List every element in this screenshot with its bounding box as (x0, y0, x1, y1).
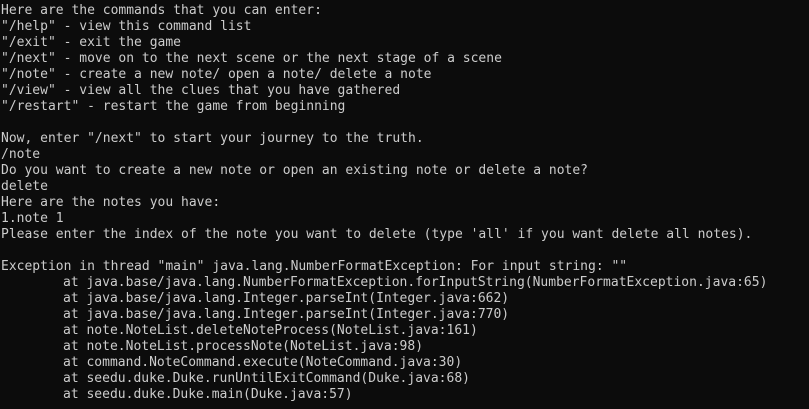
terminal-line-exit-command: "/exit" - exit the game (1, 35, 182, 50)
stack-trace-line: at command.NoteCommand.execute(NoteComma… (63, 355, 463, 370)
stack-trace-line: at note.NoteList.deleteNoteProcess(NoteL… (63, 323, 478, 338)
stack-trace-line: at java.base/java.lang.NumberFormatExcep… (63, 275, 768, 290)
terminal-line-note-item: 1.note 1 (1, 211, 64, 226)
stack-trace-line: at note.NoteList.processNote(NoteList.ja… (63, 339, 424, 354)
stack-trace-line: at java.base/java.lang.Integer.parseInt(… (63, 307, 510, 322)
stack-trace-line: at seedu.duke.Duke.runUntilExitCommand(D… (63, 371, 470, 386)
terminal-line-help-command: "/help" - view this command list (1, 19, 252, 34)
terminal-line-commands-header: Here are the commands that you can enter… (1, 3, 322, 18)
terminal-line-notes-header: Here are the notes you have: (1, 195, 221, 210)
terminal-line-restart-command: "/restart" - restart the game from begin… (1, 99, 346, 114)
terminal-line-note-command: "/note" - create a new note/ open a note… (1, 67, 432, 82)
terminal-line-delete-prompt: Please enter the index of the note you w… (1, 227, 753, 242)
terminal-line-exception: Exception in thread "main" java.lang.Num… (1, 259, 628, 274)
terminal-line-user-input-delete: delete (1, 179, 48, 194)
terminal-line-start-prompt: Now, enter "/next" to start your journey… (1, 131, 424, 146)
terminal-line-note-prompt: Do you want to create a new note or open… (1, 163, 588, 178)
terminal-line-view-command: "/view" - view all the clues that you ha… (1, 83, 401, 98)
terminal-window[interactable]: Here are the commands that you can enter… (0, 0, 809, 409)
terminal-line-user-input-note: /note (1, 147, 41, 162)
terminal-line-next-command: "/next" - move on to the next scene or t… (1, 51, 502, 66)
stack-trace-line: at seedu.duke.Duke.main(Duke.java:57) (63, 387, 353, 402)
stack-trace-line: at java.base/java.lang.Integer.parseInt(… (63, 291, 510, 306)
